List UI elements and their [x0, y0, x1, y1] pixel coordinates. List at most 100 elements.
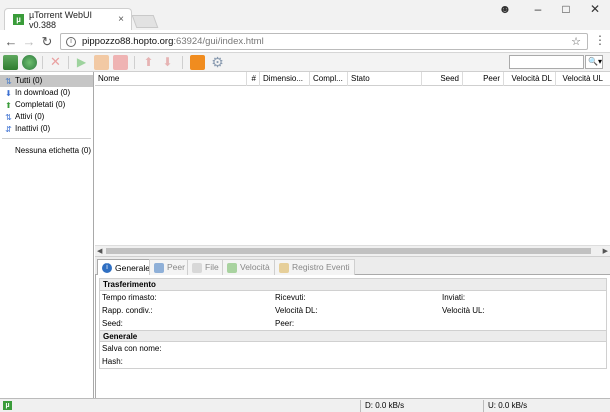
upload-speed-status: U: 0.0 kB/s	[488, 401, 528, 410]
tab-close-icon[interactable]: ×	[118, 14, 124, 25]
back-icon[interactable]: ←	[3, 34, 19, 49]
speed-icon	[227, 262, 237, 273]
details-panel: Trasferimento Tempo rimasto: Ricevuti: I…	[95, 275, 610, 398]
tab-files[interactable]: File	[187, 259, 224, 275]
transfer-group: Trasferimento Tempo rimasto: Ricevuti: I…	[99, 278, 607, 369]
column-status[interactable]: Stato	[348, 72, 422, 86]
general-title: Generale	[100, 330, 606, 342]
utorrent-status-icon: µ	[3, 401, 12, 410]
maximize-icon[interactable]: □	[556, 2, 576, 16]
field-peers: Peer:	[275, 319, 295, 328]
sidebar-item-label: Inattivi (0)	[15, 124, 51, 133]
sidebar-item-active[interactable]: ⇅ Attivi (0)	[0, 111, 93, 123]
download-icon: ⬇	[5, 88, 12, 98]
tab-log[interactable]: Registro Eventi	[274, 259, 355, 275]
site-info-icon[interactable]: i	[66, 36, 76, 47]
browser-menu-icon[interactable]: ⋮	[594, 33, 606, 47]
column-ul-speed[interactable]: Velocità UL	[556, 72, 606, 86]
scroll-right-icon[interactable]: ▶	[603, 247, 608, 255]
start-icon[interactable]: ▶	[74, 55, 89, 70]
download-speed-status: D: 0.0 kB/s	[365, 401, 405, 410]
move-down-icon[interactable]: ⬇	[160, 55, 175, 70]
field-ul-speed: Velocità UL:	[442, 306, 485, 315]
field-time-left: Tempo rimasto:	[102, 293, 157, 302]
field-hash: Hash:	[102, 357, 123, 366]
sidebar-item-label: In download (0)	[15, 88, 71, 97]
sidebar-item-label: Attivi (0)	[15, 112, 45, 121]
peers-icon	[154, 262, 164, 273]
stop-icon[interactable]	[113, 55, 128, 70]
column-dl-speed[interactable]: Velocità DL	[504, 72, 556, 86]
add-url-icon[interactable]	[22, 55, 37, 70]
field-save-as: Salva con nome:	[102, 344, 162, 353]
remove-icon[interactable]: ✕	[48, 55, 63, 70]
column-name[interactable]: Nome	[95, 72, 247, 86]
tab-speed[interactable]: Velocità	[222, 259, 275, 275]
tab-label: Generale	[115, 262, 150, 273]
scrollbar-thumb[interactable]	[106, 248, 591, 254]
tab-label: File	[205, 262, 219, 272]
search-icon[interactable]: 🔍▾	[585, 55, 603, 69]
pause-icon[interactable]	[94, 55, 109, 70]
url-host: pippozzo88.hopto.org	[82, 36, 174, 47]
close-window-icon[interactable]: ✕	[585, 2, 605, 16]
sidebar-item-all[interactable]: ⇅ Tutti (0)	[0, 75, 93, 87]
bookmark-star-icon[interactable]: ☆	[571, 35, 581, 48]
detail-tabs: i Generale Peer File Velocità Registro E…	[95, 256, 610, 276]
address-bar-row: ← → ↻ i pippozzo88.hopto.org :63924/gui/…	[0, 30, 610, 53]
url-field[interactable]: i pippozzo88.hopto.org :63924/gui/index.…	[60, 33, 588, 50]
info-icon: i	[102, 263, 112, 273]
column-done[interactable]: Compl...	[310, 72, 348, 86]
tab-label: Peer	[167, 262, 185, 272]
field-seeds: Seed:	[102, 319, 123, 328]
inactive-icon: ⇵	[5, 124, 12, 134]
sidebar-item-inactive[interactable]: ⇵ Inattivi (0)	[0, 123, 93, 135]
tab-peers[interactable]: Peer	[149, 259, 190, 275]
field-share-ratio: Rapp. condiv.:	[102, 306, 153, 315]
browser-tab[interactable]: µ µTorrent WebUI v0.388 ×	[4, 8, 132, 30]
forward-icon[interactable]: →	[21, 34, 37, 49]
sidebar-item-label: Nessuna etichetta (0)	[15, 146, 92, 155]
settings-icon[interactable]: ⚙	[210, 55, 225, 70]
minimize-icon[interactable]: –	[528, 2, 548, 16]
utorrent-toolbar: ✕ ▶ ⬆ ⬇ ⚙ 🔍▾	[0, 53, 610, 72]
add-torrent-icon[interactable]	[3, 55, 18, 70]
rss-icon[interactable]	[190, 55, 205, 70]
search-input[interactable]	[509, 55, 584, 69]
category-sidebar: ⇅ Tutti (0) ⬇ In download (0) ⬆ Completa…	[0, 72, 94, 398]
url-path: :63924/gui/index.html	[173, 36, 264, 47]
tab-label: Registro Eventi	[292, 262, 350, 272]
reload-icon[interactable]: ↻	[39, 34, 55, 50]
tab-label: Velocità	[240, 262, 270, 272]
sidebar-item-label: Tutti (0)	[15, 76, 43, 85]
account-icon[interactable]: ☻	[495, 2, 515, 16]
horizontal-scrollbar[interactable]: ◀ ▶	[95, 245, 610, 256]
new-tab-button[interactable]	[131, 15, 159, 28]
field-dl-speed: Velocità DL:	[275, 306, 318, 315]
sidebar-item-completed[interactable]: ⬆ Completati (0)	[0, 99, 93, 111]
completed-icon: ⬆	[5, 100, 12, 110]
field-sent: Inviati:	[442, 293, 466, 302]
sidebar-item-label: Completati (0)	[15, 100, 66, 109]
column-peers[interactable]: Peer	[463, 72, 504, 86]
scroll-left-icon[interactable]: ◀	[97, 247, 102, 255]
utorrent-favicon-icon: µ	[13, 14, 24, 25]
tab-title: µTorrent WebUI v0.388	[29, 9, 93, 30]
log-icon	[279, 262, 289, 273]
move-up-icon[interactable]: ⬆	[141, 55, 156, 70]
browser-titlebar: µ µTorrent WebUI v0.388 × ☻ – □ ✕	[0, 0, 610, 30]
column-queue[interactable]: #	[247, 72, 260, 86]
file-icon	[192, 262, 202, 273]
torrent-list-header: Nome # Dimensio... Compl... Stato Seed P…	[95, 72, 610, 86]
field-received: Ricevuti:	[275, 293, 306, 302]
active-icon: ⇅	[5, 112, 12, 122]
torrent-list: Nome # Dimensio... Compl... Stato Seed P…	[95, 72, 610, 256]
sidebar-item-downloading[interactable]: ⬇ In download (0)	[0, 87, 93, 99]
column-seeds[interactable]: Seed	[422, 72, 463, 86]
status-bar: µ D: 0.0 kB/s U: 0.0 kB/s	[0, 398, 610, 412]
transfer-title: Trasferimento	[100, 279, 606, 291]
column-size[interactable]: Dimensio...	[260, 72, 310, 86]
sidebar-item-no-label[interactable]: Nessuna etichetta (0)	[0, 145, 93, 157]
sidebar-divider	[2, 138, 91, 139]
tab-general[interactable]: i Generale	[97, 259, 155, 276]
